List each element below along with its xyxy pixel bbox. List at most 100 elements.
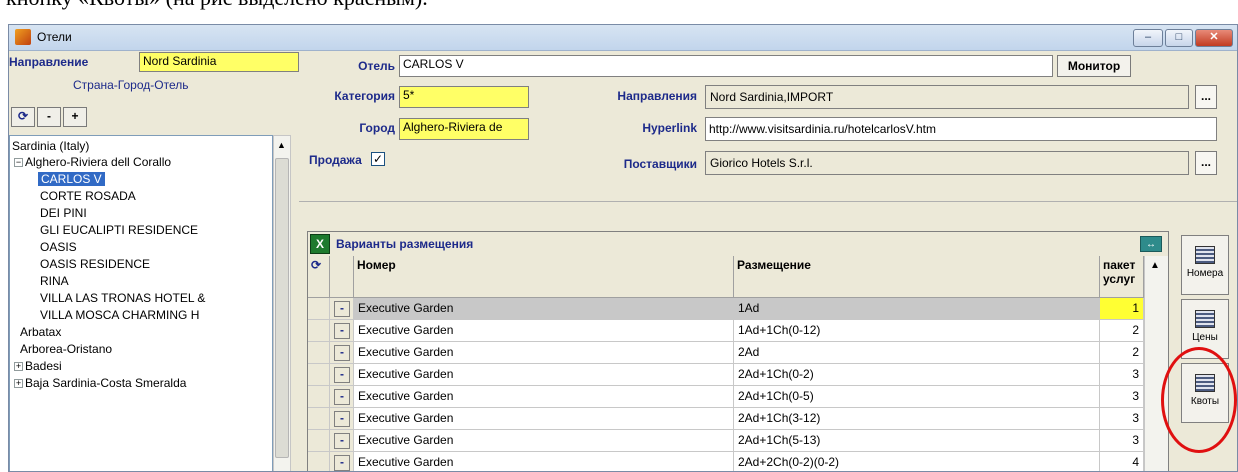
cell-package[interactable]: 2 — [1100, 342, 1144, 364]
tree-hotel[interactable]: OASIS RESIDENCE — [40, 256, 150, 272]
row-indicator[interactable] — [308, 386, 330, 408]
cell-room[interactable]: Executive Garden — [354, 408, 734, 430]
row-indicator[interactable] — [308, 408, 330, 430]
cell-placement[interactable]: 2Ad — [734, 342, 1100, 364]
delete-row-button[interactable]: - — [334, 301, 350, 317]
delete-row-button[interactable]: - — [334, 411, 350, 427]
cell-package[interactable]: 2 — [1100, 320, 1144, 342]
category-field[interactable]: 5* — [399, 86, 529, 108]
cell-room[interactable]: Executive Garden — [354, 430, 734, 452]
tree-hotel[interactable]: CORTE ROSADA — [40, 188, 136, 204]
row-indicator[interactable] — [308, 452, 330, 471]
suppliers-picker-button[interactable]: ... — [1195, 151, 1217, 175]
tree-hotel[interactable]: DEI PINI — [40, 205, 87, 221]
row-indicator[interactable] — [308, 298, 330, 320]
minimize-button[interactable]: – — [1133, 29, 1163, 47]
tree-city-other[interactable]: Arbatax — [20, 324, 61, 340]
collapse-button[interactable]: - — [37, 107, 61, 127]
col-header-room[interactable]: Номер — [354, 256, 734, 298]
city-field[interactable]: Alghero-Riviera de — [399, 118, 529, 140]
rooms-grid-icon — [1195, 246, 1215, 264]
grid-row[interactable]: - Executive Garden 2Ad+1Ch(0-5) 3 — [308, 386, 1168, 408]
expand-button[interactable]: + — [63, 107, 87, 127]
maximize-button[interactable]: □ — [1165, 29, 1193, 47]
tree-hotel[interactable]: VILLA MOSCA CHARMING H — [40, 307, 199, 323]
expand-node-icon[interactable]: + — [14, 379, 23, 389]
cell-placement[interactable]: 1Ad — [734, 298, 1100, 320]
suppliers-field[interactable]: Giorico Hotels S.r.l. — [705, 151, 1189, 175]
grid-refresh-icon[interactable]: ⟳ — [308, 256, 330, 298]
grid-row[interactable]: - Executive Garden 2Ad+1Ch(3-12) 3 — [308, 408, 1168, 430]
grid-row[interactable]: - Executive Garden 1Ad 1 — [308, 298, 1168, 320]
cell-package[interactable]: 4 — [1100, 452, 1144, 471]
hyperlink-field[interactable]: http://www.visitsardinia.ru/hotelcarlosV… — [705, 117, 1217, 141]
tree-hotel[interactable]: GLI EUCALIPTI RESIDENCE — [40, 222, 198, 238]
tree-city[interactable]: − Alghero-Riviera dell Corallo — [14, 154, 171, 170]
cell-placement[interactable]: 2Ad+1Ch(3-12) — [734, 408, 1100, 430]
cell-room[interactable]: Executive Garden — [354, 320, 734, 342]
excel-export-icon[interactable]: X — [310, 234, 330, 254]
fit-columns-icon[interactable]: ↔ — [1140, 236, 1162, 252]
cell-package[interactable]: 3 — [1100, 408, 1144, 430]
grid-row[interactable]: - Executive Garden 2Ad+1Ch(5-13) 3 — [308, 430, 1168, 452]
cell-placement[interactable]: 2Ad+2Ch(0-2)(0-2) — [734, 452, 1100, 471]
col-header-package[interactable]: пакет услуг — [1100, 256, 1144, 298]
cell-placement[interactable]: 1Ad+1Ch(0-12) — [734, 320, 1100, 342]
tree-root[interactable]: Sardinia (Italy) — [12, 138, 89, 154]
direction-field[interactable]: Nord Sardinia — [139, 52, 299, 72]
prices-grid-icon — [1195, 310, 1215, 328]
row-indicator[interactable] — [308, 342, 330, 364]
cell-room[interactable]: Executive Garden — [354, 342, 734, 364]
delete-row-button[interactable]: - — [334, 323, 350, 339]
tree-scrollbar[interactable]: ▲ — [273, 135, 291, 471]
row-indicator[interactable] — [308, 364, 330, 386]
tree-city-other[interactable]: + Badesi — [14, 358, 62, 374]
close-button[interactable]: ✕ — [1195, 29, 1233, 47]
collapse-node-icon[interactable]: − — [14, 158, 23, 168]
grid-row[interactable]: - Executive Garden 2Ad+1Ch(0-2) 3 — [308, 364, 1168, 386]
delete-row-button[interactable]: - — [334, 389, 350, 405]
tree-city-other[interactable]: + Baja Sardinia-Costa Smeralda — [14, 375, 186, 391]
tree-hotel[interactable]: VILLA LAS TRONAS HOTEL & — [40, 290, 205, 306]
expand-node-icon[interactable]: + — [14, 362, 23, 372]
cell-package[interactable]: 1 — [1100, 298, 1144, 320]
delete-row-button[interactable]: - — [334, 455, 350, 471]
grid-scroll-up-icon[interactable]: ▲ — [1150, 260, 1160, 271]
window-title: Отели — [37, 30, 72, 44]
tree-hotel[interactable]: OASIS — [40, 239, 77, 255]
hotel-tree[interactable]: Sardinia (Italy) − Alghero-Riviera dell C… — [9, 135, 273, 471]
sale-checkbox[interactable]: ✓ — [371, 152, 385, 166]
directions-picker-button[interactable]: ... — [1195, 85, 1217, 109]
cell-room[interactable]: Executive Garden — [354, 298, 734, 320]
cell-package[interactable]: 3 — [1100, 364, 1144, 386]
cell-room[interactable]: Executive Garden — [354, 452, 734, 471]
tree-hotel[interactable]: RINA — [40, 273, 69, 289]
cell-package[interactable]: 3 — [1100, 430, 1144, 452]
app-icon — [15, 29, 31, 45]
refresh-button[interactable]: ⟳ — [11, 107, 35, 127]
cell-placement[interactable]: 2Ad+1Ch(5-13) — [734, 430, 1100, 452]
row-indicator[interactable] — [308, 320, 330, 342]
cell-package[interactable]: 3 — [1100, 386, 1144, 408]
cell-room[interactable]: Executive Garden — [354, 386, 734, 408]
cell-placement[interactable]: 2Ad+1Ch(0-5) — [734, 386, 1100, 408]
col-header-placement[interactable]: Размещение — [734, 256, 1100, 298]
row-indicator[interactable] — [308, 430, 330, 452]
scroll-up-icon[interactable]: ▲ — [277, 140, 286, 150]
hotel-field[interactable]: CARLOS V — [399, 55, 1053, 77]
directions-field[interactable]: Nord Sardinia,IMPORT — [705, 85, 1189, 109]
delete-row-button[interactable]: - — [334, 433, 350, 449]
grid-row[interactable]: - Executive Garden 1Ad+1Ch(0-12) 2 — [308, 320, 1168, 342]
monitor-button[interactable]: Монитор — [1057, 55, 1131, 77]
rooms-button[interactable]: Номера — [1181, 235, 1229, 295]
tree-city-other[interactable]: Arborea-Oristano — [20, 341, 112, 357]
delete-row-button[interactable]: - — [334, 367, 350, 383]
cell-room[interactable]: Executive Garden — [354, 364, 734, 386]
tree-hotel-selected[interactable]: CARLOS V — [38, 171, 105, 187]
delete-row-button[interactable]: - — [334, 345, 350, 361]
cell-placement[interactable]: 2Ad+1Ch(0-2) — [734, 364, 1100, 386]
grid-row[interactable]: - Executive Garden 2Ad+2Ch(0-2)(0-2) 4 — [308, 452, 1168, 471]
grid-row[interactable]: - Executive Garden 2Ad 2 — [308, 342, 1168, 364]
scroll-thumb[interactable] — [275, 158, 289, 458]
hotel-label: Отель — [358, 59, 395, 73]
